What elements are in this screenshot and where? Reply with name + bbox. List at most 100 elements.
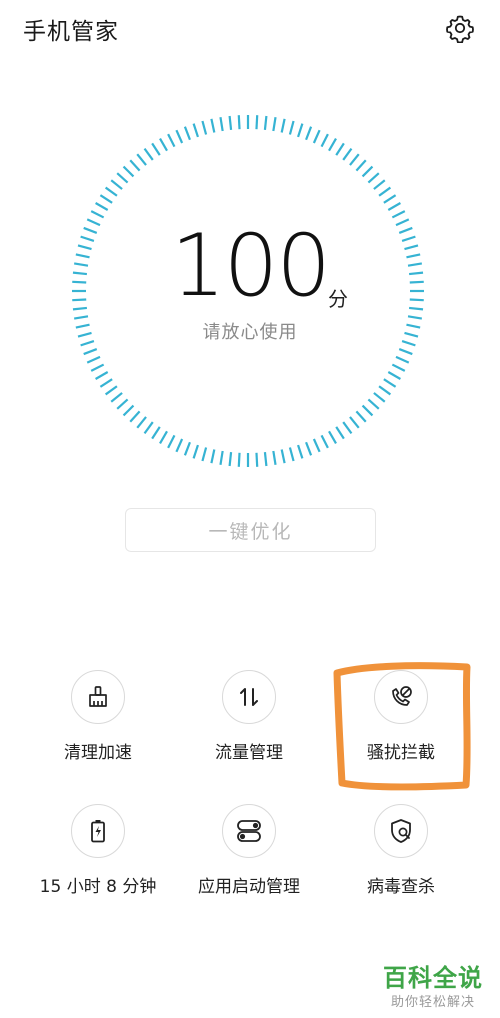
dial-tick <box>391 210 406 219</box>
one-key-optimize-button[interactable]: 一键优化 <box>125 508 376 552</box>
tool-label: 15 小时 8 分钟 <box>39 877 157 897</box>
dial-tick <box>349 153 360 166</box>
tool-clean-speedup[interactable]: 清理加速 <box>23 670 173 763</box>
dial-tick <box>159 430 168 444</box>
dial-tick <box>378 186 392 197</box>
dial-tick <box>175 129 184 144</box>
settings-button[interactable] <box>443 11 477 45</box>
dial-tick <box>104 186 118 197</box>
dial-tick <box>361 404 374 417</box>
dial-tick <box>280 449 286 464</box>
dial-tick <box>263 451 268 467</box>
dial-tick <box>288 447 295 462</box>
tool-icon-circle <box>71 804 125 858</box>
dial-tick <box>320 434 329 449</box>
dial-tick <box>355 159 367 172</box>
dial-tick <box>272 116 277 132</box>
tool-label: 病毒查杀 <box>367 877 435 897</box>
dial-tick <box>83 348 98 356</box>
tool-label: 骚扰拦截 <box>367 743 435 763</box>
dial-tick <box>143 421 154 435</box>
dial-tick <box>116 172 129 184</box>
dial-tick <box>136 416 147 429</box>
dial-tick <box>305 126 313 141</box>
app-launch-toggles-icon <box>237 820 261 842</box>
score-status: 请放心使用 <box>202 322 298 343</box>
gear-icon <box>446 15 474 43</box>
dial-tick <box>297 123 304 138</box>
dial-tick <box>335 426 345 440</box>
dial-tick <box>367 172 380 184</box>
watermark-main: 百科全说 <box>383 964 483 992</box>
shield-search-icon <box>391 819 411 843</box>
dial-tick <box>398 348 413 356</box>
dial-tick <box>129 159 141 172</box>
watermark-sub: 助你轻松解决 <box>390 995 475 1010</box>
tool-icon-circle <box>374 670 428 724</box>
phone-manager-screen: 手机管家 100 分 请放心使用 一键优化 清理加速 流量管理 骚扰拦截 15 … <box>0 0 500 1018</box>
tool-label: 清理加速 <box>64 743 132 763</box>
watermark-logo: 百科全说 助你轻松解决 <box>378 958 488 1010</box>
dial-tick <box>159 138 168 152</box>
dial-tick <box>122 404 135 417</box>
dial-tick <box>335 142 345 156</box>
dial-tick <box>210 449 216 464</box>
dial-tick <box>110 179 123 190</box>
dial-tick <box>387 202 401 211</box>
dial-tick <box>342 421 353 435</box>
dial-tick <box>183 441 191 456</box>
dial-tick <box>263 115 268 131</box>
dial-tick <box>104 385 118 396</box>
dial-tick <box>143 147 154 161</box>
dial-tick <box>373 392 386 403</box>
tool-harassment-block[interactable]: 骚扰拦截 <box>326 670 476 763</box>
dial-tick <box>210 118 216 133</box>
dial-tick <box>95 371 109 380</box>
dial-tick <box>116 398 129 410</box>
dial-tick <box>136 153 147 166</box>
dial-tick <box>280 118 286 133</box>
tool-icon-circle <box>222 804 276 858</box>
tool-battery[interactable]: 15 小时 8 分钟 <box>23 804 173 897</box>
tool-label: 应用启动管理 <box>198 877 300 897</box>
dial-tick <box>192 444 199 459</box>
tool-app-launch[interactable]: 应用启动管理 <box>174 804 324 897</box>
page-title: 手机管家 <box>23 19 119 45</box>
dial-tick <box>95 202 109 211</box>
tool-icon-circle <box>222 670 276 724</box>
dial-tick <box>387 371 401 380</box>
dial-tick <box>151 142 161 156</box>
dial-tick <box>328 138 337 152</box>
tool-data-management[interactable]: 流量管理 <box>174 670 324 763</box>
dial-tick <box>219 450 224 466</box>
dial-tick <box>255 452 259 467</box>
dial-tick <box>297 444 304 459</box>
battery-icon <box>91 820 105 843</box>
dial-tick <box>228 451 233 467</box>
tool-virus-scan[interactable]: 病毒查杀 <box>326 804 476 897</box>
dial-tick <box>175 438 184 453</box>
dial-tick <box>255 115 259 130</box>
dial-tick <box>167 434 176 449</box>
dial-tick <box>391 363 406 372</box>
dial-tick <box>201 120 208 135</box>
dial-tick <box>328 430 337 444</box>
dial-tick <box>122 165 135 178</box>
dial-tick <box>349 416 360 429</box>
dial-tick <box>361 165 374 178</box>
dial-tick <box>110 392 123 403</box>
dial-tick <box>99 194 113 204</box>
dial-tick <box>312 438 321 453</box>
data-arrows-icon <box>240 688 258 706</box>
dial-tick <box>383 194 397 204</box>
dial-tick <box>201 447 208 462</box>
dial-tick <box>90 210 105 219</box>
dial-tick <box>383 378 397 388</box>
dial-tick <box>305 441 313 456</box>
dial-tick <box>129 410 141 423</box>
dial-tick <box>86 355 101 364</box>
dial-tick <box>237 452 241 467</box>
score-unit: 分 <box>328 287 348 311</box>
dial-tick <box>272 450 277 466</box>
score-value: 100 <box>170 216 331 316</box>
